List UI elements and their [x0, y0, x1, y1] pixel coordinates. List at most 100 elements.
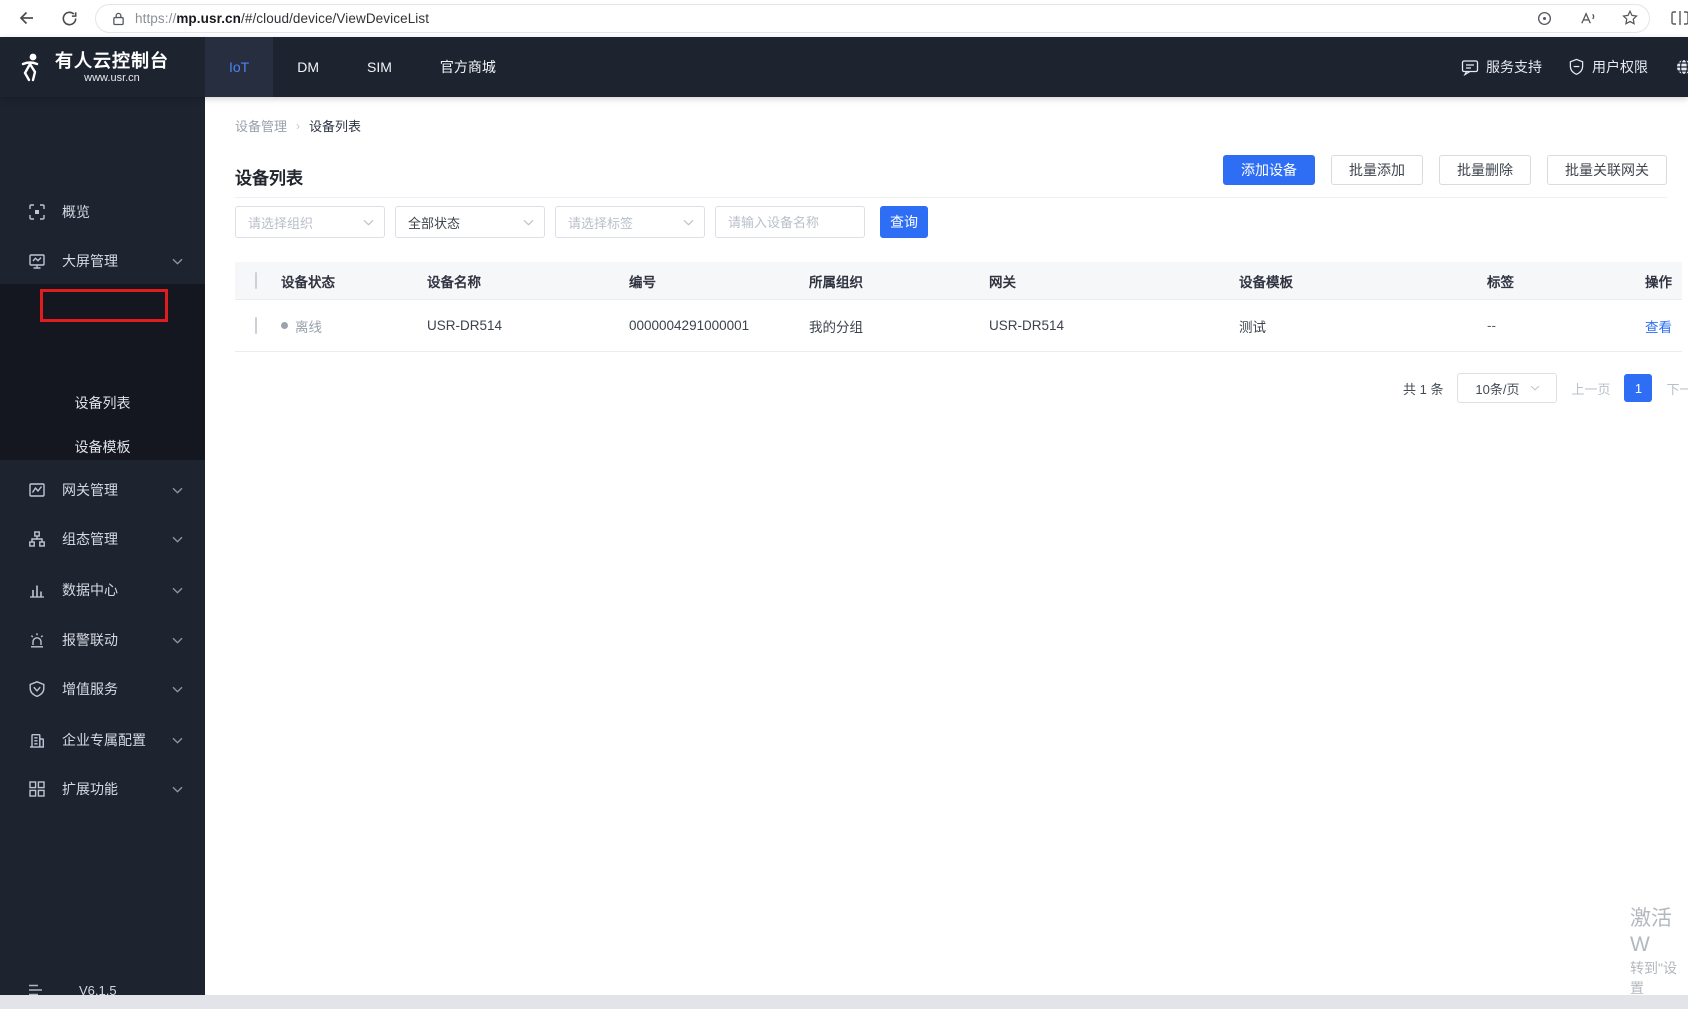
search-button[interactable]: 查询	[880, 206, 928, 238]
org-select[interactable]: 请选择组织	[235, 206, 385, 238]
device-mgmt-submenu: 设备列表 设备模板	[0, 284, 205, 460]
tab-official-store[interactable]: 官方商城	[416, 37, 520, 97]
vas-icon	[28, 680, 46, 698]
chevron-down-icon	[172, 637, 183, 644]
total-count: 共 1 条	[1403, 381, 1444, 397]
app-subtitle: www.usr.cn	[84, 71, 140, 84]
device-tag: --	[1487, 318, 1496, 333]
device-gateway: USR-DR514	[989, 318, 1065, 333]
config-icon	[28, 530, 46, 548]
select-all-checkbox[interactable]	[255, 272, 257, 289]
table-header-row: 设备状态 设备名称 编号 所属组织 网关 设备模板 标签 操作	[235, 262, 1682, 300]
device-sn: 0000004291000001	[629, 318, 750, 333]
page-number-1[interactable]: 1	[1624, 374, 1653, 402]
divider	[235, 197, 1667, 198]
read-aloud-icon[interactable]	[1575, 6, 1599, 30]
main-content: 设备管理 › 设备列表 设备列表 添加设备 批量添加 批量删除 批量关联网关 请…	[205, 97, 1688, 995]
tab-iot[interactable]: IoT	[205, 37, 274, 97]
top-nav-tabs: IoT DM SIM 官方商城	[205, 37, 520, 97]
sidebar-item-data-center[interactable]: 数据中心	[0, 566, 205, 614]
chevron-down-icon	[172, 587, 183, 594]
gateway-icon	[28, 481, 46, 499]
location-pin-icon[interactable]	[1532, 6, 1556, 30]
device-org: 我的分组	[809, 319, 863, 335]
windows-activation-watermark: 激活 W 转到"设置	[1630, 907, 1677, 996]
alarm-icon	[28, 631, 46, 649]
window-bottom-edge	[0, 995, 1688, 1009]
breadcrumb-parent[interactable]: 设备管理	[235, 116, 287, 135]
device-status: 离线	[295, 319, 322, 335]
chevron-down-icon	[172, 536, 183, 543]
lock-icon	[112, 11, 125, 26]
extension-icon	[28, 780, 46, 798]
device-name-input[interactable]	[715, 206, 865, 238]
enterprise-icon	[28, 731, 46, 749]
chevron-down-icon	[1530, 385, 1540, 391]
app-top-bar: 有人云控制台 www.usr.cn IoT DM SIM 官方商城 服务支持 用…	[0, 37, 1688, 97]
page-title: 设备列表	[235, 169, 303, 188]
col-header-action: 操作	[1645, 274, 1672, 290]
sidebar-item-extensions[interactable]: 扩展功能	[0, 765, 205, 813]
chevron-down-icon	[683, 219, 694, 226]
language-globe-icon[interactable]	[1674, 57, 1688, 77]
sidebar-item-screen-mgmt[interactable]: 大屏管理	[0, 237, 205, 285]
sidebar-subitem-device-template[interactable]: 设备模板	[0, 425, 205, 469]
chevron-down-icon	[172, 786, 183, 793]
batch-add-button[interactable]: 批量添加	[1331, 155, 1423, 185]
offline-status-dot	[281, 322, 288, 329]
app-logo[interactable]: 有人云控制台 www.usr.cn	[0, 37, 205, 97]
sidebar-item-gateway-mgmt[interactable]: 网关管理	[0, 466, 205, 514]
pagination: 共 1 条 10条/页 上一页 1 下一页	[1403, 373, 1688, 403]
chat-bubble-icon	[1461, 59, 1479, 76]
sidebar-item-overview[interactable]: 概览	[0, 188, 205, 236]
batch-delete-button[interactable]: 批量删除	[1439, 155, 1531, 185]
overview-icon	[28, 203, 46, 221]
tag-select[interactable]: 请选择标签	[555, 206, 705, 238]
usr-person-icon	[16, 51, 46, 83]
breadcrumb: 设备管理 › 设备列表	[235, 116, 361, 135]
filter-bar: 请选择组织 全部状态 请选择标签 查询	[235, 206, 928, 238]
tab-sim[interactable]: SIM	[343, 37, 416, 97]
browser-refresh-icon[interactable]	[56, 5, 82, 31]
app-title: 有人云控制台	[55, 50, 169, 71]
chevron-down-icon	[172, 487, 183, 494]
chevron-down-icon	[363, 219, 374, 226]
next-page-button[interactable]: 下一页	[1666, 379, 1688, 398]
sidebar-item-config-mgmt[interactable]: 组态管理	[0, 515, 205, 563]
tab-dm[interactable]: DM	[273, 37, 343, 97]
breadcrumb-current: 设备列表	[309, 119, 362, 134]
shield-user-icon	[1568, 58, 1585, 76]
device-template: 测试	[1239, 319, 1266, 335]
data-icon	[28, 581, 46, 599]
breadcrumb-separator-icon: ›	[296, 118, 301, 133]
col-header-tag: 标签	[1487, 274, 1514, 290]
sidebar-item-alarm-linkage[interactable]: 报警联动	[0, 616, 205, 664]
prev-page-button[interactable]: 上一页	[1571, 379, 1610, 398]
chevron-down-icon	[172, 686, 183, 693]
sidebar: 概览 大屏管理 场景管理 设备管理 设备列表 设备模板 网关管理 组态管理 数据…	[0, 97, 205, 998]
browser-address-bar[interactable]: https://mp.usr.cn/#/cloud/device/ViewDev…	[95, 4, 1650, 33]
col-header-status: 设备状态	[281, 274, 335, 290]
sidebar-item-value-added-services[interactable]: 增值服务	[0, 665, 205, 713]
status-select[interactable]: 全部状态	[395, 206, 545, 238]
row-checkbox[interactable]	[255, 317, 257, 334]
batch-link-gateway-button[interactable]: 批量关联网关	[1547, 155, 1667, 185]
view-link[interactable]: 查看	[1637, 316, 1682, 336]
col-header-sn: 编号	[629, 274, 656, 290]
page-size-select[interactable]: 10条/页	[1457, 373, 1558, 403]
browser-back-icon[interactable]	[14, 5, 40, 31]
service-support[interactable]: 服务支持	[1461, 57, 1542, 77]
browser-toolbar: https://mp.usr.cn/#/cloud/device/ViewDev…	[0, 0, 1688, 37]
screen-icon	[28, 252, 46, 270]
device-table: 设备状态 设备名称 编号 所属组织 网关 设备模板 标签 操作 离线 USR-D…	[235, 262, 1682, 352]
action-buttons: 添加设备 批量添加 批量删除 批量关联网关	[1223, 155, 1667, 185]
split-screen-icon[interactable]	[1668, 6, 1688, 30]
user-permission[interactable]: 用户权限	[1568, 57, 1648, 77]
chevron-down-icon	[172, 258, 183, 265]
favorite-star-icon[interactable]	[1618, 6, 1642, 30]
table-row: 离线 USR-DR514 0000004291000001 我的分组 USR-D…	[235, 300, 1682, 352]
sidebar-item-enterprise-config[interactable]: 企业专属配置	[0, 716, 205, 764]
sidebar-subitem-device-list[interactable]: 设备列表	[0, 381, 205, 425]
col-header-org: 所属组织	[809, 274, 863, 290]
add-device-button[interactable]: 添加设备	[1223, 155, 1315, 185]
